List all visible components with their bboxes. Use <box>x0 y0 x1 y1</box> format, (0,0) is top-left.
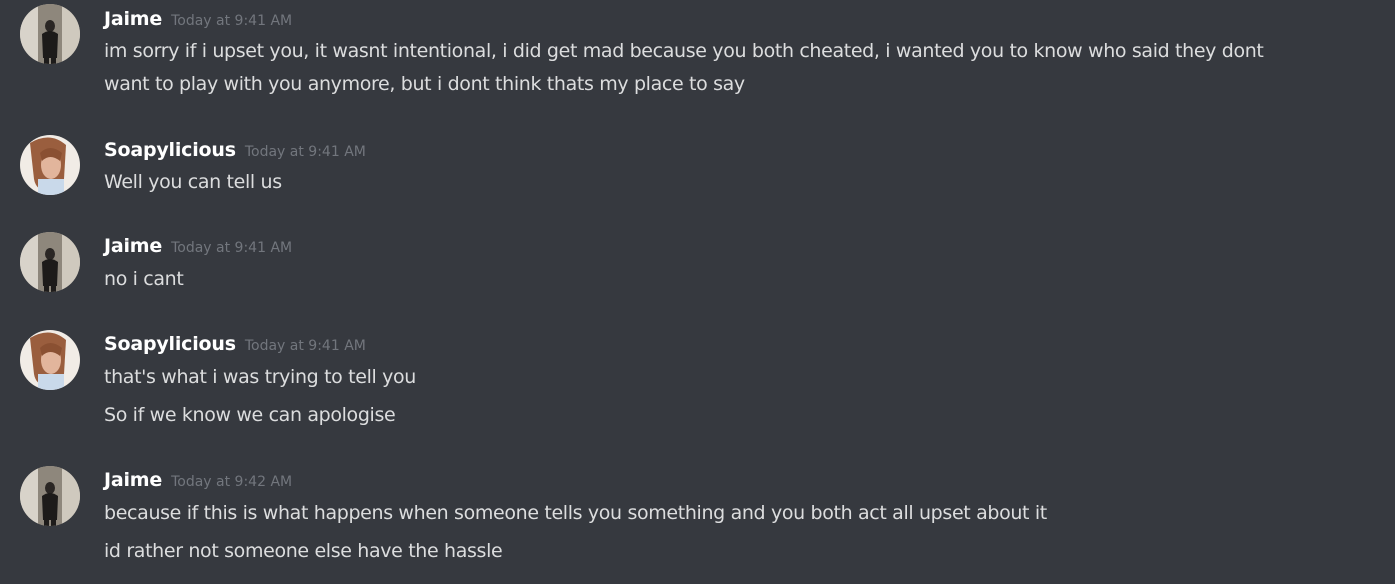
username[interactable]: Jaime <box>104 8 162 30</box>
message-text: So if we know we can apologise <box>104 404 396 426</box>
soapylicious-avatar-icon[interactable] <box>20 135 80 195</box>
message-text: want to play with you anymore, but i don… <box>104 73 745 95</box>
timestamp: Today at 9:42 AM <box>171 474 293 490</box>
timestamp: Today at 9:41 AM <box>171 240 293 256</box>
username[interactable]: Soapylicious <box>104 333 236 355</box>
soapylicious-avatar-icon[interactable] <box>20 330 80 390</box>
username[interactable]: Jaime <box>104 469 162 491</box>
message-text: id rather not someone else have the hass… <box>104 540 503 562</box>
message-header: Soapylicious Today at 9:41 AM <box>104 333 366 357</box>
message-header: Jaime Today at 9:41 AM <box>104 8 292 32</box>
jaime-avatar-icon[interactable] <box>20 466 80 526</box>
message-header: Jaime Today at 9:42 AM <box>104 469 292 493</box>
message-header: Jaime Today at 9:41 AM <box>104 235 292 259</box>
message-text: im sorry if i upset you, it wasnt intent… <box>104 40 1264 62</box>
message-text: Well you can tell us <box>104 171 282 193</box>
timestamp: Today at 9:41 AM <box>244 144 366 160</box>
username[interactable]: Soapylicious <box>104 139 236 161</box>
message-text: because if this is what happens when som… <box>104 502 1047 524</box>
username[interactable]: Jaime <box>104 235 162 257</box>
jaime-avatar-icon[interactable] <box>20 232 80 292</box>
message-text: that's what i was trying to tell you <box>104 366 416 388</box>
timestamp: Today at 9:41 AM <box>244 338 366 354</box>
jaime-avatar-icon[interactable] <box>20 4 80 64</box>
message-text: no i cant <box>104 268 184 290</box>
timestamp: Today at 9:41 AM <box>171 13 293 29</box>
message-header: Soapylicious Today at 9:41 AM <box>104 139 366 163</box>
